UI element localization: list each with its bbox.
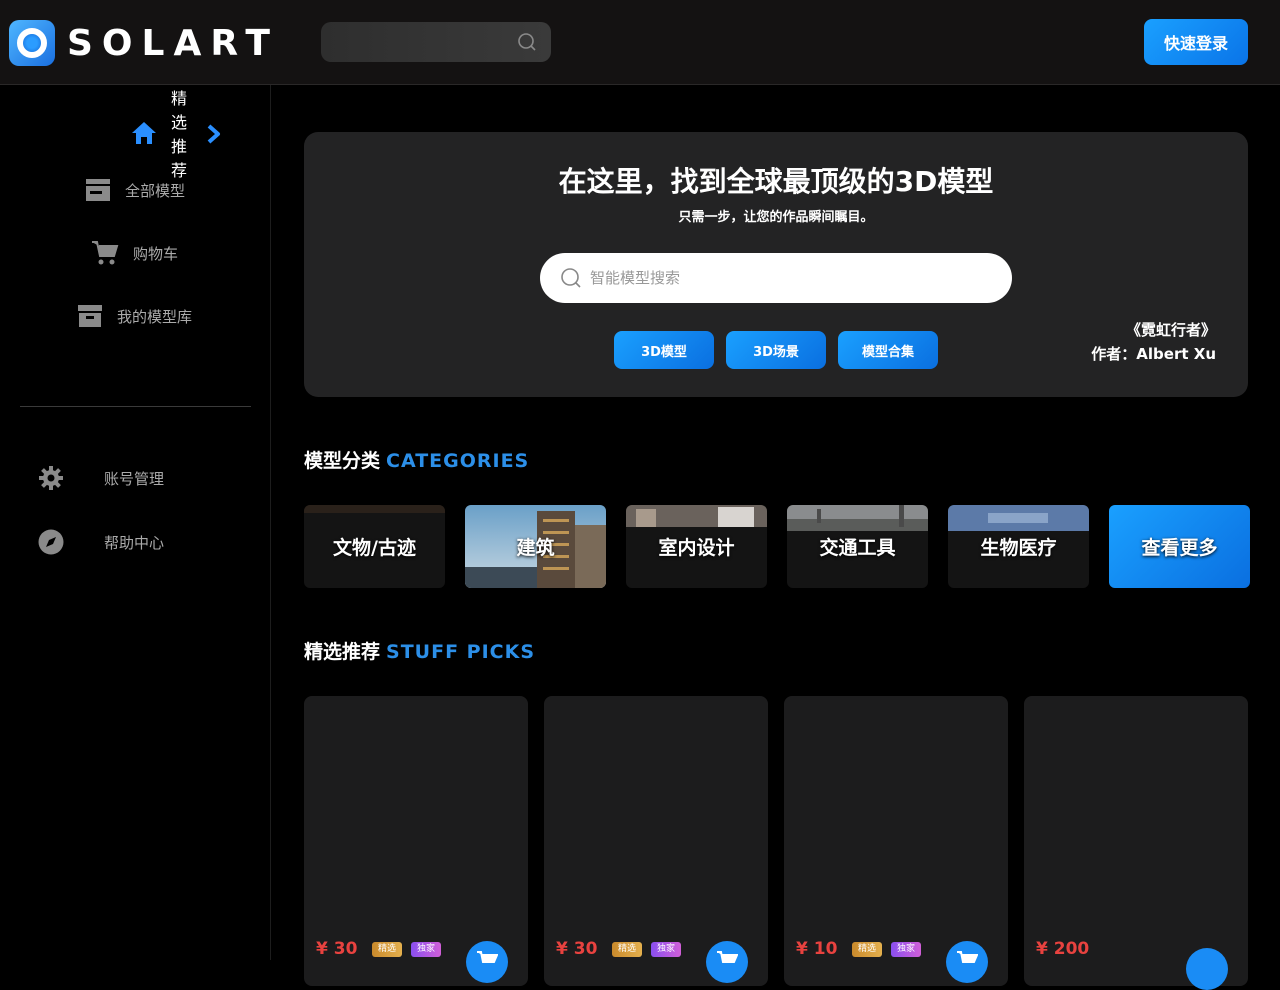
category-card-biomedical[interactable]: 生物医疗	[948, 505, 1089, 588]
picks-title-en: STUFF PICKS	[386, 641, 536, 663]
cart-icon	[92, 241, 119, 265]
model-price: ¥ 30	[316, 939, 358, 959]
category-card-vehicles[interactable]: 交通工具	[787, 505, 928, 588]
cart-icon	[477, 951, 498, 963]
chip-3d-model[interactable]: 3D模型	[614, 331, 714, 369]
add-to-cart-button[interactable]	[946, 941, 988, 983]
hero-chip-group: 3D模型 3D场景 模型合集	[614, 331, 938, 369]
chip-3d-scene[interactable]: 3D场景	[726, 331, 826, 369]
sidebar-item-label: 账号管理	[104, 469, 165, 488]
category-label: 文物/古迹	[333, 537, 416, 559]
hero-title: 在这里，找到全球最顶级的3D模型	[558, 165, 994, 198]
main-content: 在这里，找到全球最顶级的3D模型 只需一步，让您的作品瞬间瞩目。 3D模型 3D…	[272, 85, 1280, 990]
logo-text: SOLART	[67, 22, 279, 64]
categories-title: 模型分类 CATEGORIES	[304, 446, 529, 473]
logo[interactable]: SOLART	[9, 20, 279, 66]
sidebar-item-my-library[interactable]: 我的模型库	[77, 304, 192, 328]
tag-exclusive: 独家	[891, 942, 922, 957]
hero-banner: 在这里，找到全球最顶级的3D模型 只需一步，让您的作品瞬间瞩目。 3D模型 3D…	[304, 132, 1248, 397]
sidebar-item-help[interactable]: 帮助中心	[38, 529, 164, 555]
hero-search-box[interactable]	[540, 253, 1012, 303]
sidebar-item-label: 帮助中心	[104, 533, 165, 552]
add-to-cart-button[interactable]	[706, 941, 748, 983]
artwork-credit: 《霓虹行者》 作者：Albert Xu	[1091, 318, 1216, 366]
quick-login-button[interactable]: 快速登录	[1144, 19, 1248, 65]
sidebar: 精 选 推 荐 全部模型 购物车 我的模型库 账号管理 帮助中心	[0, 85, 271, 960]
model-card[interactable]: ¥ 30 精选 独家	[544, 696, 768, 986]
top-bar: SOLART 快速登录	[0, 0, 1280, 85]
logo-icon	[9, 20, 55, 66]
model-price: ¥ 30	[556, 939, 598, 959]
category-label: 室内设计	[658, 537, 735, 559]
archive-icon	[78, 305, 102, 327]
add-to-cart-button[interactable]	[1186, 948, 1228, 990]
category-card-interior[interactable]: 室内设计	[626, 505, 767, 588]
category-card-relics[interactable]: 文物/古迹	[304, 505, 445, 588]
credit-author: 作者：Albert Xu	[1091, 345, 1216, 363]
hero-search-input[interactable]	[590, 269, 990, 287]
sidebar-item-label: 我的模型库	[117, 307, 193, 326]
search-icon	[561, 268, 581, 288]
store-icon	[86, 179, 110, 201]
chip-model-collection[interactable]: 模型合集	[838, 331, 938, 369]
category-card-architecture[interactable]: 建筑	[465, 505, 606, 588]
sidebar-item-all-models[interactable]: 全部模型	[85, 178, 185, 202]
model-price: ¥ 10	[796, 939, 838, 959]
tag-featured: 精选	[612, 942, 643, 957]
category-label: 生物医疗	[980, 537, 1057, 559]
tag-exclusive: 独家	[411, 942, 442, 957]
category-label: 交通工具	[819, 537, 896, 559]
top-search-input[interactable]	[321, 22, 551, 62]
tag-featured: 精选	[372, 942, 403, 957]
sidebar-item-cart[interactable]: 购物车	[91, 240, 178, 266]
hero-subtitle: 只需一步，让您的作品瞬间瞩目。	[678, 210, 874, 225]
featured-char-2: 选	[170, 113, 187, 132]
sidebar-item-label: 购物车	[133, 244, 179, 263]
model-card[interactable]: ¥ 10 精选 独家	[784, 696, 1008, 986]
category-label: 建筑	[516, 537, 555, 559]
compass-icon	[38, 529, 64, 555]
add-to-cart-button[interactable]	[466, 941, 508, 983]
category-thumbnail	[948, 505, 1089, 531]
search-icon[interactable]	[517, 32, 537, 52]
view-more-categories-button[interactable]: 查看更多	[1109, 505, 1250, 588]
cart-icon	[717, 951, 738, 963]
sidebar-item-label: 全部模型	[125, 181, 186, 200]
model-card[interactable]: ¥ 30 精选 独家	[304, 696, 528, 986]
category-thumbnail	[304, 505, 445, 513]
gear-icon	[39, 466, 63, 490]
categories-title-en: CATEGORIES	[386, 450, 530, 472]
category-thumbnail	[626, 505, 767, 527]
category-row: 文物/古迹 建筑 室内设计 交通工具 生物医疗 查看更多	[304, 505, 1250, 588]
credit-title: 《霓虹行者》	[1125, 321, 1216, 339]
picks-title-cn: 精选推荐	[304, 641, 381, 663]
model-card[interactable]: ¥ 200	[1024, 696, 1248, 990]
model-price: ¥ 200	[1036, 939, 1090, 959]
view-more-label: 查看更多	[1141, 537, 1218, 559]
sidebar-item-featured[interactable]: 精 选 推 荐	[130, 85, 240, 185]
chevron-right-icon	[207, 124, 220, 144]
featured-char-1: 精	[170, 89, 187, 108]
home-icon	[132, 122, 156, 144]
featured-char-3: 推	[170, 137, 187, 156]
categories-title-cn: 模型分类	[304, 450, 381, 472]
sidebar-divider	[20, 406, 251, 407]
picks-card-row: ¥ 30 精选 独家 ¥ 30 精选 独家 ¥ 10 精选 独家 ¥ 200	[304, 696, 1248, 990]
category-thumbnail	[787, 505, 928, 531]
sidebar-item-account[interactable]: 账号管理	[38, 465, 164, 491]
picks-title: 精选推荐 STUFF PICKS	[304, 637, 535, 664]
tag-exclusive: 独家	[651, 942, 682, 957]
cart-icon	[957, 951, 978, 963]
sidebar-item-featured-label: 精 选 推 荐	[170, 87, 188, 183]
tag-featured: 精选	[852, 942, 883, 957]
